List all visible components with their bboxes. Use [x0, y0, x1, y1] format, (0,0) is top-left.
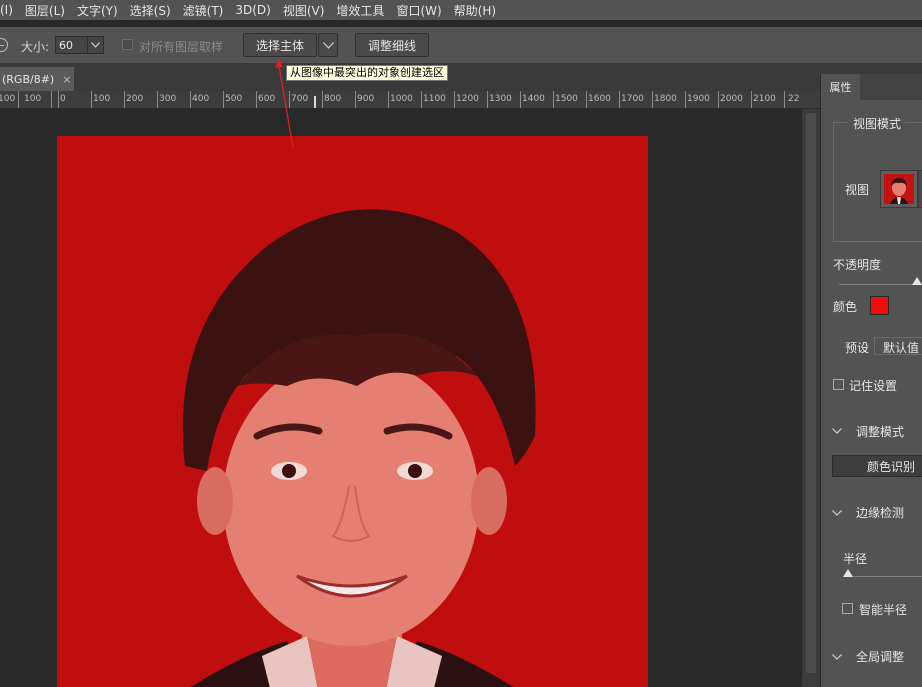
select-subject-dropdown[interactable]: [318, 33, 338, 57]
ruler-label: 2000: [720, 94, 743, 104]
ruler-label: 1000: [390, 94, 413, 104]
overlay-color-swatch[interactable]: [870, 296, 889, 315]
brush-size-icon[interactable]: [0, 38, 8, 52]
chevron-down-icon[interactable]: [832, 426, 842, 437]
menu-item-window[interactable]: 窗口(W): [390, 2, 447, 19]
sample-all-layers-checkbox[interactable]: [122, 39, 133, 50]
ruler-label: 1900: [687, 94, 710, 104]
tab-properties[interactable]: 属性: [821, 74, 860, 100]
menu-item-layer[interactable]: 图层(L): [19, 2, 71, 19]
menu-item-help[interactable]: 帮助(H): [448, 2, 502, 19]
sample-all-layers-label: 对所有图层取样: [139, 40, 224, 54]
ruler-label: 300: [159, 94, 177, 104]
view-mode-thumbnail[interactable]: [880, 170, 918, 208]
remember-settings-checkbox[interactable]: [833, 379, 844, 390]
radius-slider-track[interactable]: [846, 576, 922, 577]
ruler-label: 100: [93, 94, 111, 104]
portrait-photo-red-overlay[interactable]: [57, 136, 648, 687]
document-tab[interactable]: (RGB/8#) ×: [0, 67, 74, 91]
chevron-down-icon: [91, 42, 100, 48]
ruler-label: 0: [60, 94, 66, 104]
view-label: 视图: [845, 183, 870, 197]
portrait-thumbnail-icon: [884, 174, 914, 204]
ruler-label: 600: [258, 94, 276, 104]
ruler-label: 800: [324, 94, 342, 104]
adjust-mode-label[interactable]: 调整模式: [856, 423, 904, 440]
ruler-label: 22: [788, 94, 800, 104]
refine-edge-button[interactable]: 调整细线: [355, 33, 429, 57]
document-canvas[interactable]: [0, 109, 802, 687]
select-subject-button[interactable]: 选择主体: [243, 33, 317, 57]
vertical-scrollbar[interactable]: [802, 109, 820, 687]
ruler-label: 1100: [423, 94, 446, 104]
portrait-image: [57, 136, 648, 687]
ruler-label: 900: [357, 94, 375, 104]
options-bar: 大小: 对所有图层取样 选择主体 调整细线: [0, 27, 922, 63]
menu-item-filter[interactable]: 滤镜(T): [177, 2, 230, 19]
menu-item-select[interactable]: 选择(S): [124, 2, 177, 19]
ruler-label: 100: [24, 94, 42, 104]
menu-item-type[interactable]: 文字(Y): [71, 2, 124, 19]
smart-radius-checkbox[interactable]: [842, 603, 853, 614]
preset-label: 预设: [845, 341, 870, 355]
view-mode-dropdown[interactable]: [918, 170, 922, 208]
photoshop-window: (I) 图层(L) 文字(Y) 选择(S) 滤镜(T) 3D(D) 视图(V) …: [0, 0, 922, 687]
menu-item-plugins[interactable]: 增效工具: [330, 2, 390, 19]
color-label: 颜色: [833, 300, 858, 314]
view-mode-title: 视图模式: [849, 115, 906, 132]
preset-value: 默认值: [883, 341, 920, 355]
ruler-label: 700: [291, 94, 309, 104]
menu-item-3d[interactable]: 3D(D): [229, 3, 276, 17]
size-input[interactable]: [55, 36, 87, 54]
chevron-down-icon[interactable]: [832, 508, 842, 519]
opacity-slider-thumb[interactable]: [912, 277, 922, 285]
ruler-label: 500: [225, 94, 243, 104]
ruler-label: 2100: [753, 94, 776, 104]
ruler-label: 1600: [588, 94, 611, 104]
select-subject-tooltip: 从图像中最突出的对象创建选区: [286, 65, 448, 81]
document-tab-label: (RGB/8#): [2, 72, 55, 86]
ruler-label: 200: [126, 94, 144, 104]
scrollbar-thumb[interactable]: [806, 113, 816, 673]
panel-top-strip: [820, 63, 922, 74]
side-strip: [802, 63, 820, 91]
menu-item-image[interactable]: (I): [0, 3, 19, 17]
ruler-label: 1300: [489, 94, 512, 104]
ruler-label: 1400: [522, 94, 545, 104]
horizontal-ruler: 100 100 0 100 200 300 400 500 600 700 80…: [0, 91, 820, 109]
adjust-mode-value: 颜色识别: [867, 460, 916, 474]
size-label: 大小:: [21, 40, 50, 54]
remember-settings-label: 记住设置: [849, 379, 898, 393]
menu-bar: (I) 图层(L) 文字(Y) 选择(S) 滤镜(T) 3D(D) 视图(V) …: [0, 0, 922, 20]
ruler-label: 1700: [621, 94, 644, 104]
close-icon[interactable]: ×: [62, 73, 71, 86]
ruler-label: 100: [0, 94, 16, 104]
ruler-label: 400: [192, 94, 210, 104]
chevron-down-icon[interactable]: [832, 652, 842, 663]
ruler-label: 1500: [555, 94, 578, 104]
global-refine-label[interactable]: 全局调整: [856, 648, 904, 665]
chevron-down-icon: [322, 41, 334, 49]
radius-slider-thumb[interactable]: [843, 569, 853, 577]
properties-panel: 属性 视图模式 视图 不透明度 颜色 预设 默认值 记住设置 调整模式 颜色识别…: [820, 74, 922, 687]
ruler-label: 1800: [654, 94, 677, 104]
smart-radius-label: 智能半径: [859, 603, 908, 617]
edge-detection-label[interactable]: 边缘检测: [856, 504, 904, 521]
radius-label: 半径: [843, 552, 868, 566]
opacity-slider-track[interactable]: [839, 284, 922, 285]
opacity-label: 不透明度: [833, 258, 882, 272]
menu-item-view[interactable]: 视图(V): [277, 2, 331, 19]
ruler-label: 1200: [456, 94, 479, 104]
size-dropdown-button[interactable]: [87, 36, 104, 54]
